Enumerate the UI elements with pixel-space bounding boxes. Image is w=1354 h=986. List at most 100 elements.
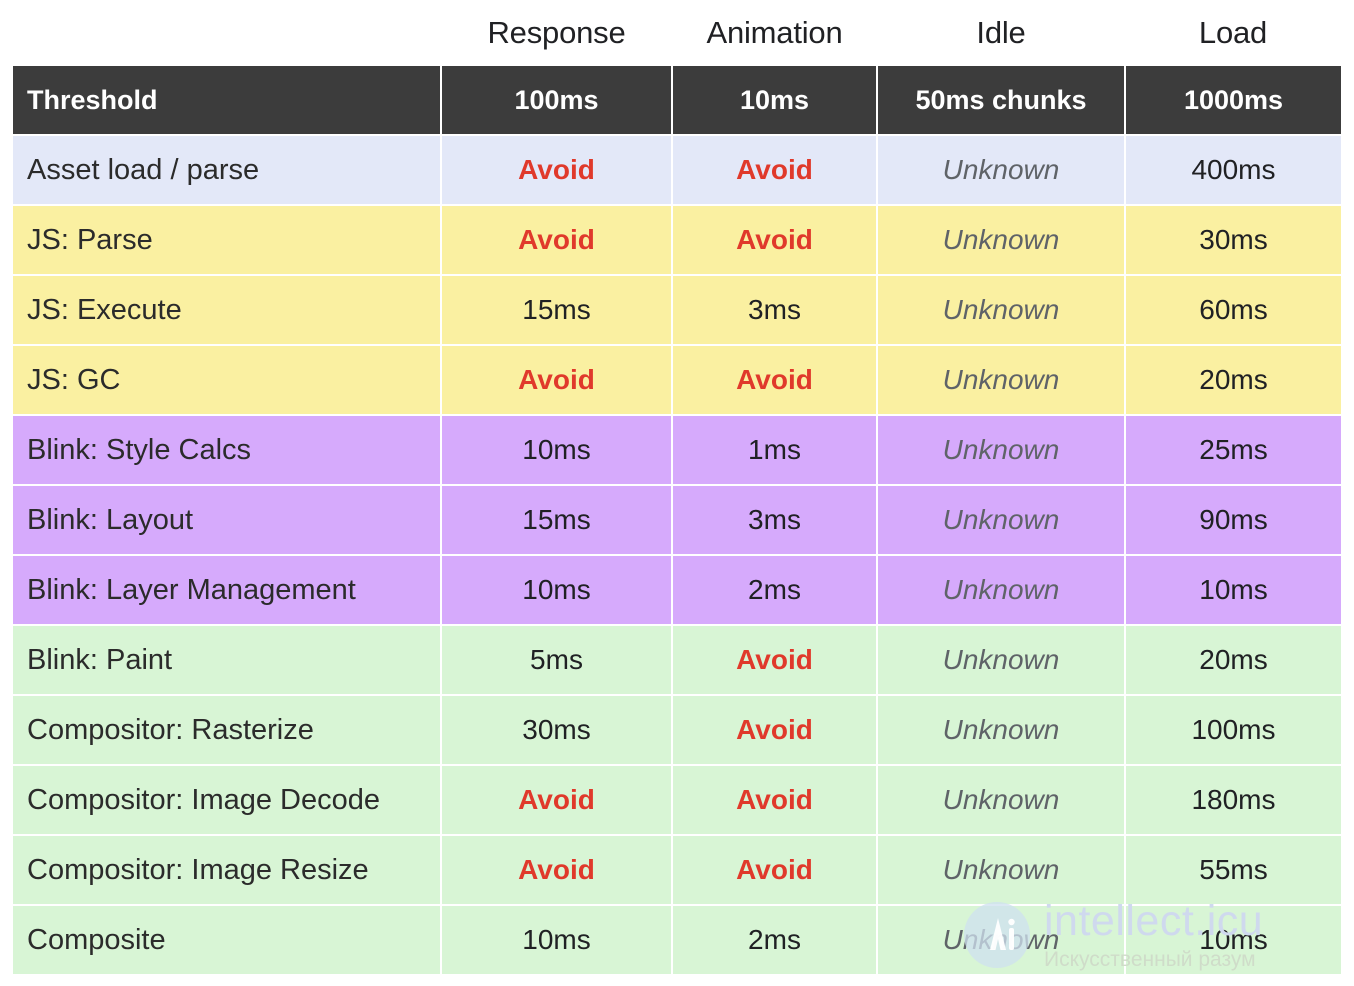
cell-response-value: 5ms [530,644,583,675]
cell-animation: 1ms [672,415,878,486]
cell-idle: Unknown [877,555,1126,626]
cell-response: 30ms [441,695,673,766]
cell-load-value: 90ms [1199,504,1268,535]
cell-animation-value: Avoid [736,364,813,395]
cell-response: Avoid [441,765,673,836]
cell-idle: Unknown [877,345,1126,416]
cell-response-value: 15ms [522,294,591,325]
cell-response: 10ms [441,555,673,626]
cell-load-value: 30ms [1199,224,1268,255]
cell-response-value: Avoid [518,224,595,255]
cell-idle-value: Unknown [942,714,1060,745]
row-label: Compositor: Rasterize [13,695,442,766]
cell-idle-value: Unknown [942,924,1060,955]
row-label: Blink: Style Calcs [13,415,442,486]
cell-load-value: 400ms [1191,154,1276,185]
cell-load-value: 10ms [1199,574,1268,605]
cell-load-value: 20ms [1199,644,1268,675]
cell-idle: Unknown [877,485,1126,556]
column-header-idle: Idle [976,15,1026,50]
cell-animation: Avoid [672,135,878,206]
cell-animation: Avoid [672,835,878,906]
cell-animation: Avoid [672,205,878,276]
row-label: Blink: Layout [13,485,442,556]
cell-response: Avoid [441,835,673,906]
cell-idle: Unknown [877,835,1126,906]
cell-idle-value: Unknown [942,294,1060,325]
cell-idle-value: Unknown [942,434,1060,465]
cell-idle: Unknown [877,765,1126,836]
cell-load: 60ms [1125,275,1341,346]
cell-idle-value: Unknown [942,154,1060,185]
cell-response: 10ms [441,905,673,976]
cell-idle-value: Unknown [942,504,1060,535]
cell-load: 400ms [1125,135,1341,206]
threshold-animation-value: 10ms [672,66,878,136]
table-row: Blink: Layer Management 10ms 2ms Unknown 10m… [13,555,1341,626]
table-row: JS: GC Avoid Avoid Unknown 20ms [13,345,1341,416]
cell-response: 10ms [441,415,673,486]
performance-budget-table: Threshold 100ms 10ms 50ms chunks 1000ms … [13,66,1341,976]
cell-animation-value: 1ms [748,434,801,465]
cell-load-value: 180ms [1191,784,1276,815]
threshold-label: Threshold [13,66,442,136]
table-row: Blink: Paint 5ms Avoid Unknown 20ms [13,625,1341,696]
table-row: Composite 10ms 2ms Unknown 10ms [13,905,1341,976]
cell-response: 15ms [441,275,673,346]
cell-response: Avoid [441,205,673,276]
performance-budget-table-page: Response Animation Idle Load Threshold 1… [0,0,1354,986]
cell-animation-value: Avoid [736,714,813,745]
cell-response-value: 15ms [522,504,591,535]
threshold-header-row: Threshold 100ms 10ms 50ms chunks 1000ms [13,66,1341,136]
row-label: JS: Parse [13,205,442,276]
cell-load: 180ms [1125,765,1341,836]
cell-idle-value: Unknown [942,854,1060,885]
table-row: Compositor: Image Resize Avoid Avoid Unknow… [13,835,1341,906]
cell-animation: Avoid [672,345,878,416]
cell-response: Avoid [441,345,673,416]
row-label: Blink: Layer Management [13,555,442,626]
cell-load-value: 100ms [1191,714,1276,745]
threshold-load-value: 1000ms [1125,66,1341,136]
cell-animation-value: 2ms [748,574,801,605]
cell-response-value: Avoid [518,784,595,815]
cell-idle: Unknown [877,415,1126,486]
cell-animation-value: Avoid [736,784,813,815]
cell-idle-value: Unknown [942,224,1060,255]
row-label: Composite [13,905,442,976]
cell-load-value: 20ms [1199,364,1268,395]
table-row: Asset load / parse Avoid Avoid Unknown 400ms [13,135,1341,206]
cell-animation: Avoid [672,695,878,766]
cell-load: 90ms [1125,485,1341,556]
cell-response-value: Avoid [518,154,595,185]
table-row: Compositor: Rasterize 30ms Avoid Unknown 100… [13,695,1341,766]
cell-animation: 3ms [672,275,878,346]
row-label: Blink: Paint [13,625,442,696]
cell-animation-value: Avoid [736,154,813,185]
cell-idle: Unknown [877,905,1126,976]
cell-response: 5ms [441,625,673,696]
table-row: JS: Parse Avoid Avoid Unknown 30ms [13,205,1341,276]
table-row: Compositor: Image Decode Avoid Avoid Unknow… [13,765,1341,836]
cell-response-value: Avoid [518,854,595,885]
cell-animation-value: 3ms [748,294,801,325]
cell-idle-value: Unknown [942,784,1060,815]
cell-response-value: 30ms [522,714,591,745]
cell-load: 20ms [1125,345,1341,416]
cell-idle-value: Unknown [942,574,1060,605]
cell-load: 25ms [1125,415,1341,486]
cell-animation: Avoid [672,765,878,836]
cell-idle: Unknown [877,275,1126,346]
cell-load: 20ms [1125,625,1341,696]
column-header-response: Response [487,15,626,50]
cell-animation-value: 2ms [748,924,801,955]
row-label: JS: Execute [13,275,442,346]
cell-animation-value: Avoid [736,224,813,255]
table-row: JS: Execute 15ms 3ms Unknown 60ms [13,275,1341,346]
table-body: Asset load / parse Avoid Avoid Unknown 400ms… [13,135,1341,976]
cell-load-value: 25ms [1199,434,1268,465]
cell-idle: Unknown [877,625,1126,696]
cell-load-value: 10ms [1199,924,1268,955]
cell-animation: 2ms [672,905,878,976]
cell-idle-value: Unknown [942,364,1060,395]
